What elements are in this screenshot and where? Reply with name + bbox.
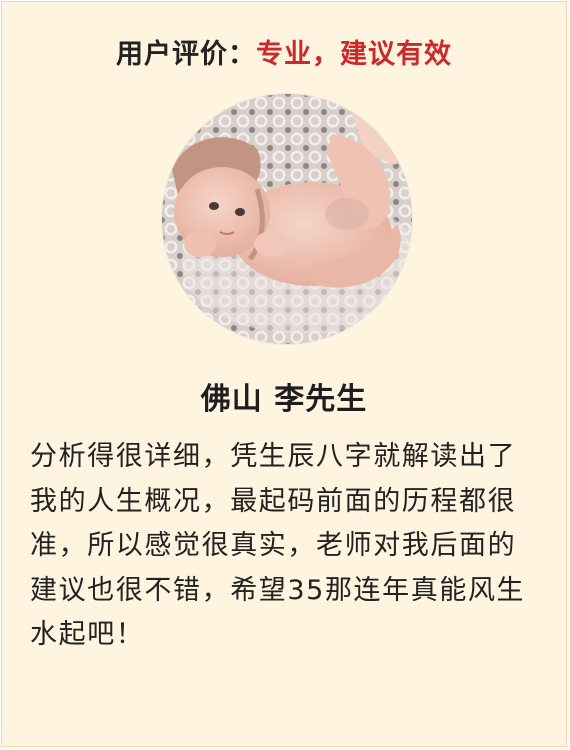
testimonial-heading: 用户评价：专业，建议有效: [2, 32, 566, 71]
heading-highlight: 专业，建议有效: [256, 39, 452, 70]
baby-photo-image: [162, 94, 412, 344]
heading-colon: ：: [228, 39, 256, 70]
testimonial-card: 用户评价：专业，建议有效 佛山 李先生 分析得很详细，凭生辰八字就解读出了我的人…: [1, 1, 567, 747]
review-text: 分析得很详细，凭生辰八字就解读出了我的人生概况，最起码前面的历程都很准，所以感觉…: [30, 441, 526, 651]
heading-prefix: 用户评价: [116, 39, 228, 70]
reviewer-name: 佛山 李先生: [200, 382, 368, 417]
reviewer-avatar: [162, 94, 412, 344]
